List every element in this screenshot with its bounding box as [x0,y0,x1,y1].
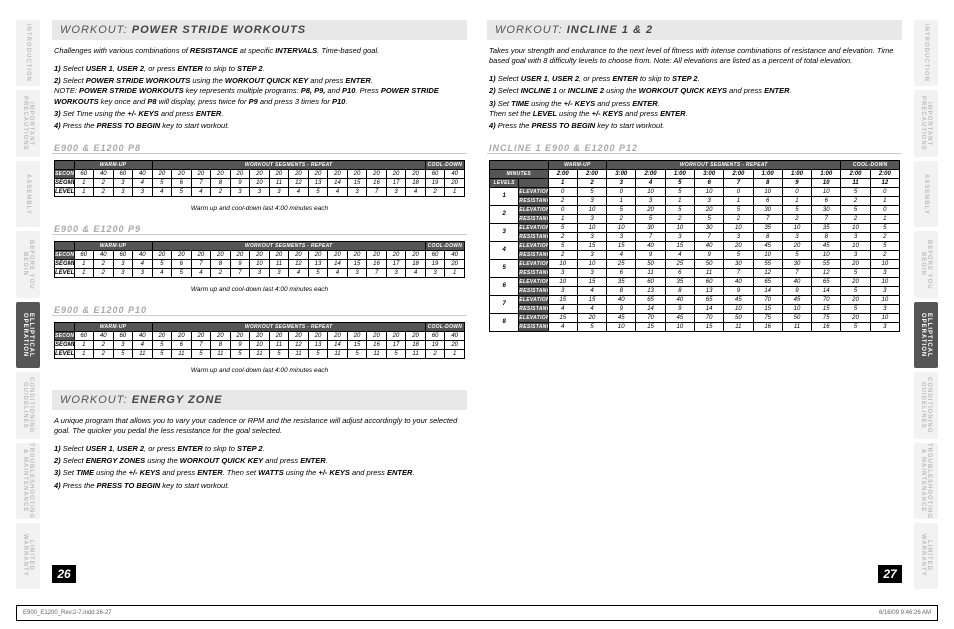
nav-tab[interactable]: IMPORTANT PRECAUTIONS [16,90,40,156]
nav-tab[interactable]: INTRODUCTION [16,20,40,86]
intro-text: A unique program that allows you to vary… [52,416,467,436]
page-right: WORKOUT: INCLINE 1 & 2 Takes your streng… [487,20,902,589]
header-prefix: WORKOUT: [495,24,567,36]
instruction-step: 3) Set TIME using the +/- KEYS and press… [54,468,465,478]
instruction-step: 2) Select POWER STRIDE WORKOUTS using th… [54,76,465,106]
table-p9: WARM-UPWORKOUT SEGMENTS - REPEATCOOL-DOW… [52,241,467,278]
steps-list: 1) Select USER 1, USER 2, or press ENTER… [52,442,467,493]
header-title: INCLINE 1 & 2 [567,24,653,36]
page-number-left: 26 [52,565,76,583]
table-p10: WARM-UPWORKOUT SEGMENTS - REPEATCOOL-DOW… [52,322,467,359]
nav-tab[interactable]: ELLIPTICAL OPERATION [914,302,938,368]
steps-list: 1) Select USER 1, USER 2, or press ENTER… [487,72,902,133]
instruction-step: 4) Press the PRESS TO BEGIN key to start… [489,121,900,131]
instruction-step: 4) Press the PRESS TO BEGIN key to start… [54,121,465,131]
nav-tab[interactable]: TROUBLESHOOTING & MAINTENANCE [16,443,40,519]
section-header-incline: WORKOUT: INCLINE 1 & 2 [487,20,902,40]
subheader-p9: E900 & E1200 P9 [52,222,467,235]
nav-tab[interactable]: ASSEMBLY [914,161,938,227]
page-left: WORKOUT: POWER STRIDE WORKOUTS Challenge… [52,20,467,589]
intro-text: Takes your strength and endurance to the… [487,46,902,66]
instruction-step: 1) Select USER 1, USER 2, or press ENTER… [489,74,900,84]
header-prefix: WORKOUT: [60,24,132,36]
subheader-incline: INCLINE 1 E900 & E1200 P12 [487,141,902,154]
section-header-power-stride: WORKOUT: POWER STRIDE WORKOUTS [52,20,467,40]
header-title: ENERGY ZONE [132,394,223,406]
page-spread: WORKOUT: POWER STRIDE WORKOUTS Challenge… [52,20,902,589]
nav-tabs-left: INTRODUCTION IMPORTANT PRECAUTIONS ASSEMBL… [16,20,40,589]
nav-tab[interactable]: ELLIPTICAL OPERATION [16,302,40,368]
instruction-step: 1) Select USER 1, USER 2, or press ENTER… [54,444,465,454]
nav-tab[interactable]: IMPORTANT PRECAUTIONS [914,90,938,156]
nav-tab[interactable]: LIMITED WARRANTY [16,523,40,589]
instruction-step: 3) Set Time using the +/- KEYS and press… [54,109,465,119]
nav-tab[interactable]: ASSEMBLY [16,161,40,227]
nav-tab[interactable]: LIMITED WARRANTY [914,523,938,589]
nav-tabs-right: INTRODUCTION IMPORTANT PRECAUTIONS ASSEMBL… [914,20,938,589]
nav-tab[interactable]: TROUBLESHOOTING & MAINTENANCE [914,443,938,519]
header-title: POWER STRIDE WORKOUTS [132,24,306,36]
table-note: Warm up and cool-down last 4:00 minutes … [52,203,467,214]
table-note: Warm up and cool-down last 4:00 minutes … [52,284,467,295]
intro-text: Challenges with various combinations of … [52,46,467,56]
header-prefix: WORKOUT: [60,394,132,406]
nav-tab[interactable]: CONDITIONING GUIDELINES [914,372,938,438]
table-p8: WARM-UPWORKOUT SEGMENTS - REPEATCOOL-DOW… [52,160,467,197]
instruction-step: 4) Press the PRESS TO BEGIN key to start… [54,481,465,491]
instruction-step: 3) Set TIME using the +/- KEYS and press… [489,99,900,119]
nav-tab[interactable]: BEFORE YOU BEGIN [16,231,40,297]
footer-timestamp: 6/16/09 9:46:26 AM [879,610,931,616]
nav-tab[interactable]: CONDITIONING GUIDELINES [16,372,40,438]
section-header-energy-zone: WORKOUT: ENERGY ZONE [52,390,467,410]
table-note: Warm up and cool-down last 4:00 minutes … [52,365,467,376]
instruction-step: 2) Select ENERGY ZONES using the WORKOUT… [54,456,465,466]
steps-list: 1) Select USER 1, USER 2, or press ENTER… [52,62,467,133]
nav-tab[interactable]: BEFORE YOU BEGIN [914,231,938,297]
page-number-right: 27 [878,565,902,583]
print-footer: E900_E1200_Rev.2-7.indd 26-27 6/16/09 9:… [16,605,938,621]
subheader-p10: E900 & E1200 P10 [52,303,467,316]
table-incline: WARM-UPWORKOUT SEGMENTS - REPEATCOOL-DOW… [487,160,902,332]
sheet: INTRODUCTION IMPORTANT PRECAUTIONS ASSEMBL… [0,0,954,629]
nav-tab[interactable]: INTRODUCTION [914,20,938,86]
footer-file: E900_E1200_Rev.2-7.indd 26-27 [23,610,112,616]
instruction-step: 1) Select USER 1, USER 2, or press ENTER… [54,64,465,74]
subheader-p8: E900 & E1200 P8 [52,141,467,154]
instruction-step: 2) Select INCLINE 1 or INCLINE 2 using t… [489,86,900,96]
